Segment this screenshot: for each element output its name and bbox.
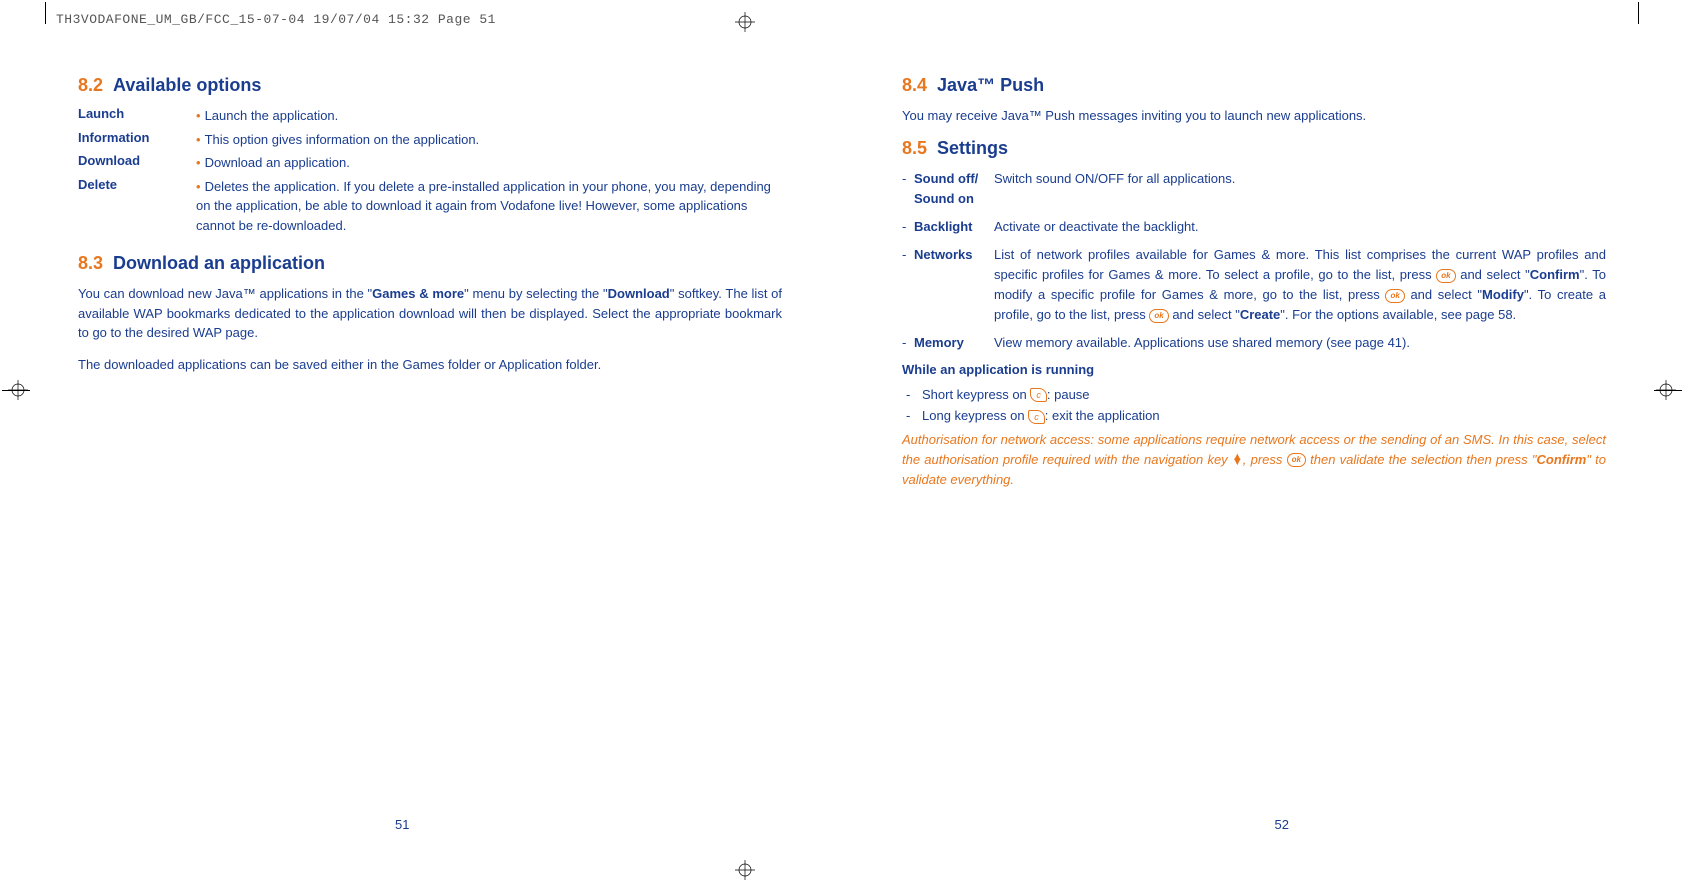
bullet-icon: •	[196, 179, 201, 194]
paragraph: You may receive Java™ Push messages invi…	[902, 106, 1606, 126]
heading-8-3: 8.3 Download an application	[78, 253, 782, 274]
section-number: 8.2	[78, 75, 103, 95]
running-text: Long keypress on c: exit the application	[922, 408, 1160, 424]
setting-label: Networks	[914, 245, 994, 265]
section-title: Java™ Push	[937, 75, 1044, 95]
section-number: 8.5	[902, 138, 927, 158]
dash-icon: -	[902, 408, 922, 424]
subheading-running: While an application is running	[902, 362, 1606, 377]
section-number: 8.4	[902, 75, 927, 95]
crop-mark	[45, 2, 46, 24]
ok-key-icon: ok	[1287, 453, 1306, 467]
option-launch: Launch •Launch the application.	[78, 106, 782, 126]
authorisation-note: Authorisation for network access: some a…	[902, 430, 1606, 490]
bullet-icon: •	[196, 155, 201, 170]
option-desc: •Download an application.	[196, 153, 782, 173]
option-information: Information •This option gives informati…	[78, 130, 782, 150]
paragraph: You can download new Java™ applications …	[78, 284, 782, 343]
options-list: Launch •Launch the application. Informat…	[78, 106, 782, 235]
dash-icon: -	[902, 169, 914, 189]
bullet-icon: •	[196, 108, 201, 123]
registration-mark-icon	[735, 12, 755, 32]
setting-desc: List of network profiles available for G…	[994, 245, 1606, 326]
option-desc: •This option gives information on the ap…	[196, 130, 782, 150]
crop-mark	[1638, 2, 1639, 24]
option-label: Delete	[78, 177, 196, 192]
page-right: 8.4 Java™ Push You may receive Java™ Push…	[842, 55, 1684, 510]
navigation-key-icon: ▲▼	[1232, 455, 1243, 466]
page-number-left: 51	[395, 817, 409, 832]
heading-8-4: 8.4 Java™ Push	[902, 75, 1606, 96]
page-spread: 8.2 Available options Launch •Launch the …	[0, 55, 1684, 510]
setting-label: Sound off/Sound on	[914, 169, 994, 209]
running-short-press: - Short keypress on c: pause	[902, 387, 1606, 403]
setting-desc: Activate or deactivate the backlight.	[994, 217, 1606, 237]
ok-key-icon: ok	[1385, 289, 1404, 303]
option-desc: •Launch the application.	[196, 106, 782, 126]
option-desc: •Deletes the application. If you delete …	[196, 177, 782, 236]
setting-backlight: - Backlight Activate or deactivate the b…	[902, 217, 1606, 237]
setting-label: Backlight	[914, 217, 994, 237]
setting-desc: Switch sound ON/OFF for all applications…	[994, 169, 1606, 189]
bullet-icon: •	[196, 132, 201, 147]
section-title: Settings	[937, 138, 1008, 158]
section-number: 8.3	[78, 253, 103, 273]
ok-key-icon: ok	[1149, 309, 1168, 323]
dash-icon: -	[902, 217, 914, 237]
dash-icon: -	[902, 333, 914, 353]
option-download: Download •Download an application.	[78, 153, 782, 173]
prepress-header: TH3VODAFONE_UM_GB/FCC_15-07-04 19/07/04 …	[56, 12, 496, 27]
setting-sound: - Sound off/Sound on Switch sound ON/OFF…	[902, 169, 1606, 209]
c-key-icon: c	[1028, 410, 1045, 424]
section-title: Available options	[113, 75, 261, 95]
option-label: Download	[78, 153, 196, 168]
page-number-right: 52	[1275, 817, 1289, 832]
option-label: Information	[78, 130, 196, 145]
setting-networks: - Networks List of network profiles avai…	[902, 245, 1606, 326]
setting-desc: View memory available. Applications use …	[994, 333, 1606, 353]
ok-key-icon: ok	[1436, 269, 1455, 283]
setting-memory: - Memory View memory available. Applicat…	[902, 333, 1606, 353]
running-long-press: - Long keypress on c: exit the applicati…	[902, 408, 1606, 424]
running-text: Short keypress on c: pause	[922, 387, 1090, 403]
dash-icon: -	[902, 387, 922, 403]
registration-mark-icon	[735, 860, 755, 880]
option-label: Launch	[78, 106, 196, 121]
page-left: 8.2 Available options Launch •Launch the …	[0, 55, 842, 510]
heading-8-5: 8.5 Settings	[902, 138, 1606, 159]
paragraph: The downloaded applications can be saved…	[78, 355, 782, 375]
setting-label: Memory	[914, 333, 994, 353]
dash-icon: -	[902, 245, 914, 265]
option-delete: Delete •Deletes the application. If you …	[78, 177, 782, 236]
heading-8-2: 8.2 Available options	[78, 75, 782, 96]
c-key-icon: c	[1030, 388, 1047, 402]
section-title: Download an application	[113, 253, 325, 273]
